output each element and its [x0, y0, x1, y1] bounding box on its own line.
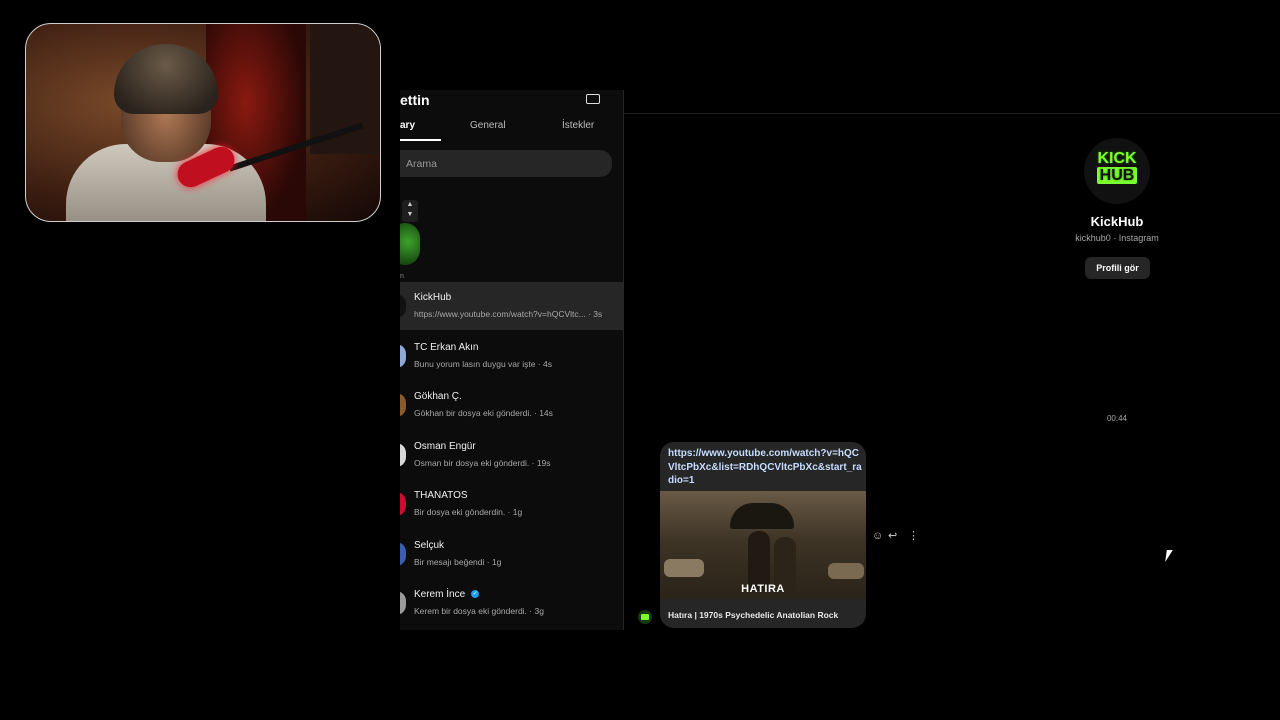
- more-options-icon[interactable]: ⋮: [908, 530, 919, 542]
- message-actions: ☺ ↩ ⋮: [872, 530, 922, 542]
- react-icon[interactable]: ☺: [872, 530, 883, 542]
- webcam-overlay: [25, 23, 381, 222]
- thread-preview: Kerem bir dosya eki gönderdi. · 3g: [414, 606, 544, 616]
- avatar: [400, 492, 406, 516]
- webcam-person-hair: [114, 44, 218, 114]
- logo-line2: HUB: [1096, 167, 1138, 184]
- inbox-sidebar: ettin ary General İstekler Arama ▲ ▼ n K…: [400, 90, 624, 630]
- thread-name-text: Kerem İnce: [414, 589, 466, 600]
- profile-avatar[interactable]: KICK HUB: [1084, 138, 1150, 204]
- kickhub-logo: KICK HUB: [1091, 150, 1143, 184]
- thumbnail-car: [664, 559, 704, 577]
- tab-general[interactable]: General: [470, 120, 506, 131]
- thread-name: Osman Engür: [414, 441, 476, 452]
- tab-requests[interactable]: İstekler: [562, 120, 594, 131]
- thread-preview: Bunu yorum lasın duygu var işte · 4s: [414, 359, 552, 369]
- sender-avatar[interactable]: [638, 610, 652, 624]
- thread-preview: https://www.youtube.com/watch?v=hQCVltc.…: [414, 309, 603, 319]
- thread-name: Selçuk: [414, 540, 445, 551]
- view-profile-button[interactable]: Profili gör: [1085, 257, 1150, 279]
- message-link[interactable]: https://www.youtube.com/watch?v=hQCVltcP…: [668, 447, 862, 488]
- thread-gokhan[interactable]: Gökhan Ç. Gökhan bir dosya eki gönderdi.…: [400, 381, 623, 429]
- thumbnail-caption: HATIRA: [741, 583, 785, 595]
- thread-thanatos[interactable]: THANATOS Bir dosya eki gönderdin. · 1g: [400, 480, 623, 528]
- thread-selcuk[interactable]: Selçuk Bir mesajı beğendi · 1g: [400, 530, 623, 578]
- thread-name: KickHub: [414, 292, 452, 303]
- thread-erkan[interactable]: TC Erkan Akın Bunu yorum lasın duygu var…: [400, 332, 623, 380]
- video-title: Hatıra | 1970s Psychedelic Anatolian Roc…: [668, 610, 839, 620]
- inbox-tabs: ary General İstekler: [400, 118, 623, 142]
- note-avatar[interactable]: [400, 223, 420, 265]
- search-placeholder: Arama: [406, 158, 437, 170]
- search-input[interactable]: Arama: [400, 150, 612, 177]
- thread-kerem[interactable]: Kerem İnce ✓ Kerem bir dosya eki gönderdi…: [400, 579, 623, 627]
- profile-handle: kickhub0 · Instagram: [1075, 233, 1159, 243]
- thread-preview: Osman bir dosya eki gönderdi. · 19s: [414, 458, 551, 468]
- video-thumbnail[interactable]: HATIRA: [660, 491, 866, 599]
- compose-icon[interactable]: [586, 94, 600, 104]
- thumbnail-figure: [748, 531, 770, 591]
- note-label: n: [400, 273, 404, 280]
- avatar: [400, 393, 406, 417]
- tab-primary[interactable]: ary: [400, 120, 415, 131]
- message-timestamp: 00:44: [1106, 414, 1128, 423]
- thread-preview: Bir mesajı beğendi · 1g: [414, 557, 502, 567]
- profile-name: KickHub: [1090, 214, 1144, 229]
- inbox-title: ettin: [400, 92, 430, 108]
- thread-name: THANATOS: [414, 490, 468, 501]
- reply-icon[interactable]: ↩: [888, 530, 897, 542]
- thumbnail-umbrella: [730, 503, 794, 529]
- chevron-down-icon[interactable]: ▼: [402, 210, 418, 220]
- thread-preview: Gökhan bir dosya eki gönderdi. · 14s: [414, 408, 553, 418]
- avatar: [400, 344, 406, 368]
- thread-kickhub[interactable]: KickHub https://www.youtube.com/watch?v=…: [400, 282, 623, 330]
- chat-panel: KICK HUB KickHub kickhub0 · Instagram Pr…: [624, 90, 1280, 630]
- thumbnail-car: [828, 563, 864, 579]
- shared-link-message[interactable]: https://www.youtube.com/watch?v=hQCVltcP…: [660, 442, 866, 628]
- avatar: [400, 294, 406, 318]
- thread-osman[interactable]: Osman Engür Osman bir dosya eki gönderdi…: [400, 431, 623, 479]
- avatar: [400, 591, 406, 615]
- messages-app: ettin ary General İstekler Arama ▲ ▼ n K…: [400, 90, 1280, 630]
- chat-header-divider: [624, 113, 1280, 114]
- avatar: [400, 542, 406, 566]
- logo-line1: KICK: [1097, 150, 1137, 167]
- webcam-wall-art: [310, 24, 380, 154]
- chevron-up-icon[interactable]: ▲: [402, 200, 418, 210]
- tab-active-indicator: [400, 139, 441, 141]
- avatar: [400, 443, 406, 467]
- verified-badge-icon: ✓: [471, 590, 480, 599]
- thread-name: TC Erkan Akın: [414, 342, 479, 353]
- thread-name: Kerem İnce ✓: [414, 589, 480, 600]
- notes-scroll-control[interactable]: ▲ ▼: [402, 200, 418, 222]
- thread-preview: Bir dosya eki gönderdin. · 1g: [414, 507, 523, 517]
- thread-name: Gökhan Ç.: [414, 391, 462, 402]
